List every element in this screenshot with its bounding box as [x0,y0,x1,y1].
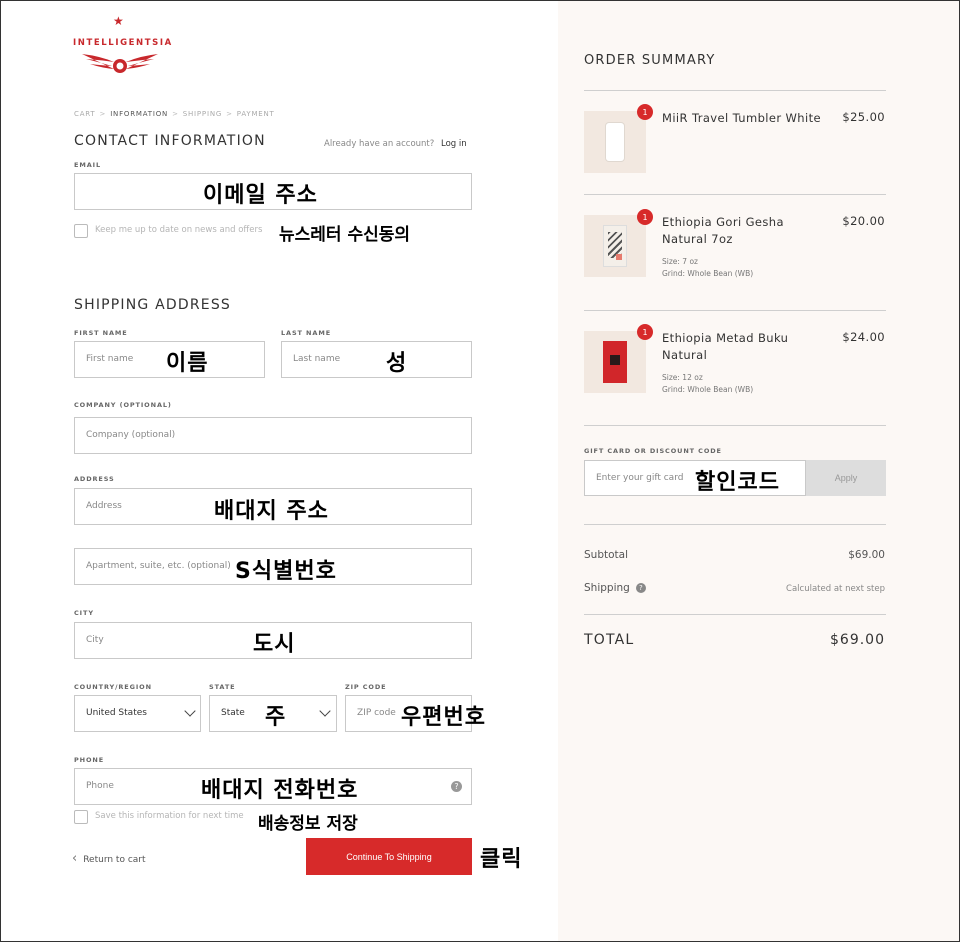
product-thumbnail [584,215,646,277]
state-select[interactable]: State 주 [209,695,337,732]
newsletter-label: Keep me up to date on news and offers [95,225,263,235]
apartment-annotation: S식별번호 [235,559,337,584]
first-name-field[interactable]: First name 이름 [74,341,265,378]
save-info-label: Save this information for next time [95,811,244,821]
city-field[interactable]: City 도시 [74,622,472,659]
continue-to-shipping-button[interactable]: Continue To Shipping [306,838,472,875]
star-icon: ★ [113,14,124,28]
item-size: Size: 7 oz [662,257,698,266]
zip-field[interactable]: ZIP code 우편번호 [345,695,485,732]
company-label: COMPANY (OPTIONAL) [74,401,172,409]
item-price: $24.00 [842,330,885,344]
item-name: Ethiopia Gori Gesha Natural 7oz [662,215,784,246]
phone-annotation: 배대지 전화번호 [201,778,359,803]
wings-icon [82,54,158,73]
coffee-bag-image [603,341,627,383]
state-label: STATE [209,683,236,691]
product-thumbnail [584,331,646,393]
first-name-annotation: 이름 [166,351,209,376]
newsletter-annotation: 뉴스레터 수신동의 [279,225,411,245]
city-annotation: 도시 [253,632,296,657]
login-link[interactable]: Log in [441,139,467,149]
divider [584,425,886,426]
item-grind: Grind: Whole Bean (WB) [662,385,754,394]
city-label: CITY [74,609,94,617]
save-info-annotation: 배송정보 저장 [258,814,358,834]
zip-label: ZIP CODE [345,683,387,691]
state-annotation: 주 [265,705,287,730]
shipping-label: Shipping? [584,582,646,594]
chevron-left-icon: ‹ [72,851,78,866]
address-field[interactable]: Address 배대지 주소 [74,488,472,525]
phone-field[interactable]: Phone 배대지 전화번호 ? [74,768,472,805]
item-price: $25.00 [842,110,885,124]
breadcrumb-cart[interactable]: CART [74,110,96,118]
subtotal-value: $69.00 [848,549,885,561]
email-field[interactable]: 이메일 주소 [74,173,472,210]
address-label: ADDRESS [74,475,115,483]
email-label: EMAIL [74,161,101,169]
item-grind: Grind: Whole Bean (WB) [662,269,754,278]
quantity-badge: 1 [637,209,653,225]
subtotal-label: Subtotal [584,549,628,561]
divider [584,310,886,311]
divider [584,90,886,91]
item-price: $20.00 [842,214,885,228]
item-name: Ethiopia Metad Buku Natural [662,331,789,362]
gift-card-input[interactable]: Enter your gift card 할인코드 [584,460,806,496]
breadcrumb-information: INFORMATION [110,110,169,118]
contact-title: CONTACT INFORMATION [74,133,266,149]
help-icon[interactable]: ? [451,781,462,792]
company-field[interactable]: Company (optional) [74,417,472,454]
coffee-bag-image [603,225,627,267]
zip-annotation: 우편번호 [401,705,486,730]
phone-label: PHONE [74,756,105,764]
apply-button[interactable]: Apply [806,460,886,496]
country-select[interactable]: United States [74,695,201,732]
total-value: $69.00 [830,632,885,648]
quantity-badge: 1 [637,324,653,340]
email-annotation: 이메일 주소 [203,183,318,208]
help-icon[interactable]: ? [635,583,646,593]
shipping-title: SHIPPING ADDRESS [74,297,232,313]
chevron-down-icon [184,705,196,717]
shipping-value: Calculated at next step [786,584,885,594]
order-summary-title: ORDER SUMMARY [584,53,716,68]
brand-name: INTELLIGENTSIA [73,38,173,48]
account-prompt: Already have an account? Log in [324,139,467,149]
newsletter-checkbox[interactable] [74,224,88,238]
divider [584,524,886,525]
apartment-field[interactable]: Apartment, suite, etc. (optional) S식별번호 [74,548,472,585]
gift-card-annotation: 할인코드 [695,470,780,495]
gift-card-label: GIFT CARD OR DISCOUNT CODE [584,447,722,455]
last-name-label: LAST NAME [281,329,332,337]
continue-annotation: 클릭 [480,847,523,872]
tumbler-image [606,123,624,161]
last-name-annotation: 성 [386,351,408,376]
breadcrumb: CART > INFORMATION > SHIPPING > PAYMENT [74,110,275,118]
return-to-cart-link[interactable]: ‹ Return to cart [72,851,146,866]
breadcrumb-payment: PAYMENT [236,110,275,118]
total-label: TOTAL [584,632,635,648]
item-size: Size: 12 oz [662,373,703,382]
item-name: MiiR Travel Tumbler White [662,111,821,125]
divider [584,194,886,195]
chevron-down-icon [319,705,331,717]
first-name-label: FIRST NAME [74,329,128,337]
product-thumbnail [584,111,646,173]
last-name-field[interactable]: Last name 성 [281,341,472,378]
country-label: COUNTRY/REGION [74,683,152,691]
divider [584,614,886,615]
save-info-checkbox[interactable] [74,810,88,824]
quantity-badge: 1 [637,104,653,120]
breadcrumb-shipping: SHIPPING [182,110,223,118]
address-annotation: 배대지 주소 [214,499,329,524]
